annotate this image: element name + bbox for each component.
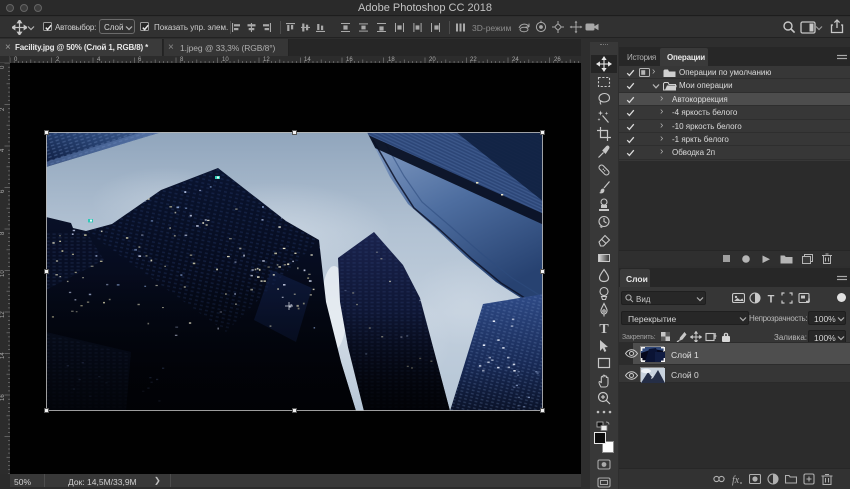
svg-text:12: 12	[0, 311, 6, 318]
svg-text:T: T	[599, 322, 609, 336]
svg-text:14: 14	[0, 352, 6, 359]
svg-text:8: 8	[0, 231, 6, 235]
svg-text:0: 0	[0, 65, 6, 69]
svg-text:2: 2	[0, 107, 6, 111]
svg-text:16: 16	[0, 394, 6, 401]
svg-text:10: 10	[0, 270, 6, 277]
svg-text:T: T	[768, 294, 775, 305]
svg-text:fx: fx	[732, 475, 740, 486]
svg-text:6: 6	[0, 189, 6, 193]
svg-text:4: 4	[0, 148, 6, 152]
